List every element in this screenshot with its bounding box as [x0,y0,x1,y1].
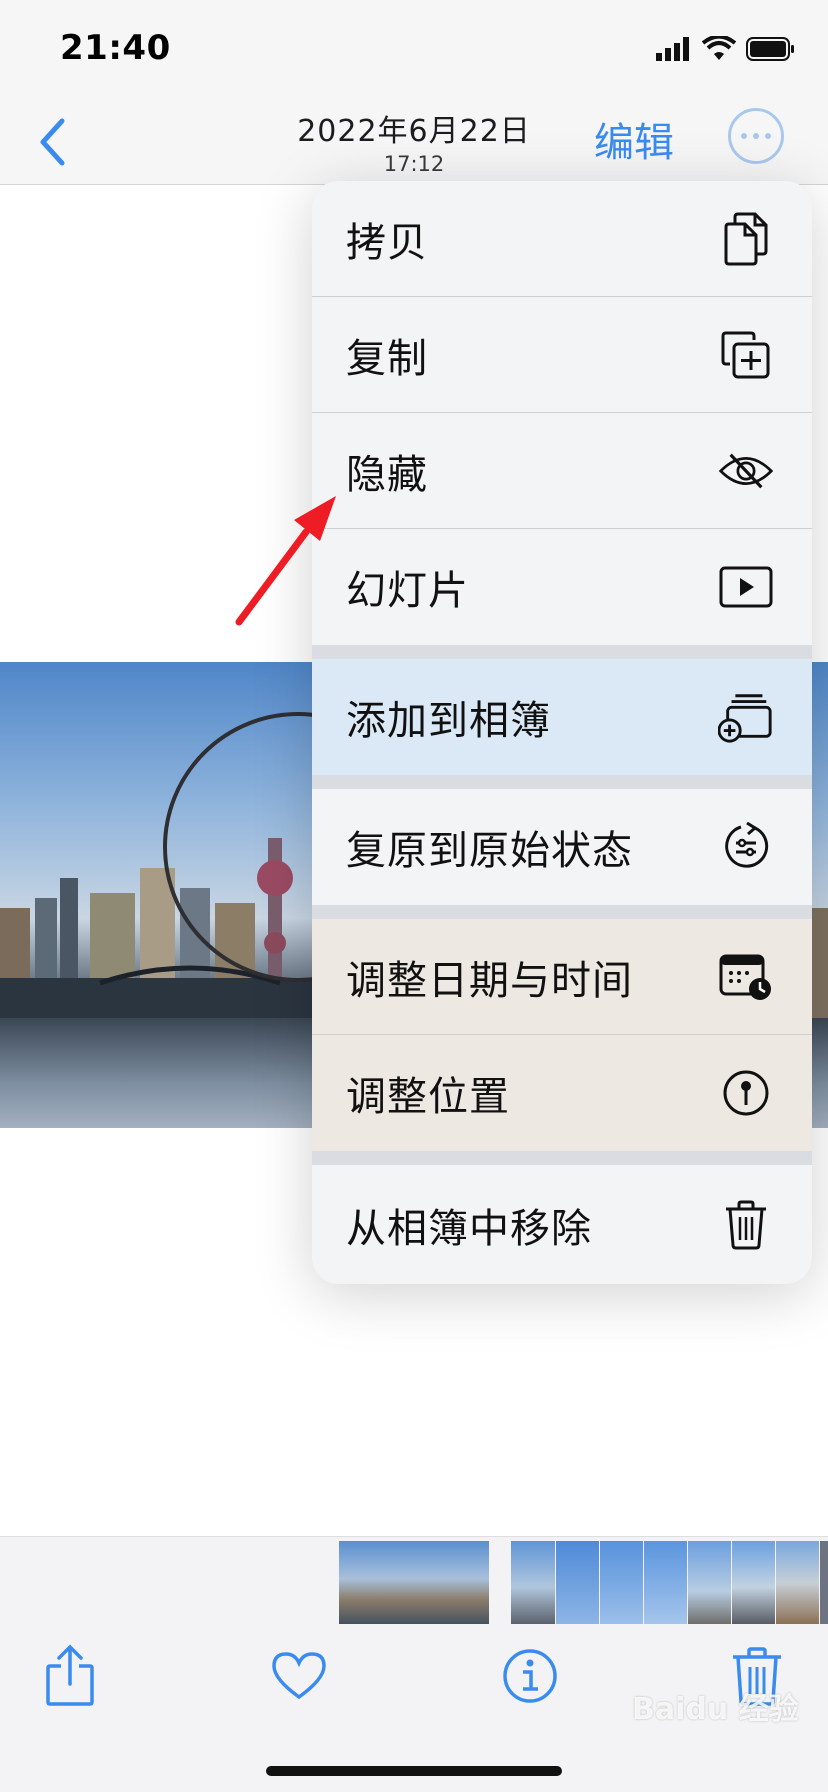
filmstrip-thumb-selected[interactable] [339,1541,489,1625]
status-time: 21:40 [60,28,171,68]
photo-filmstrip[interactable] [0,1536,828,1625]
filmstrip-thumb[interactable] [600,1541,643,1625]
menu-item-hide[interactable]: 隐藏 [312,413,812,529]
favorite-button[interactable] [269,1644,329,1708]
menu-item-label: 拷贝 [346,219,428,266]
menu-item-add-to-album[interactable]: 添加到相簿 [312,659,812,775]
copy-doc-icon [718,211,774,267]
context-menu: 拷贝 复制 隐藏 幻灯片 添加到相簿 复原到原始状态 调整日期与时间 调整位置 … [312,181,812,1284]
trash-icon [718,1197,774,1253]
filmstrip-thumb[interactable] [511,1541,555,1625]
duplicate-plus-icon [718,327,774,383]
menu-item-label: 幻灯片 [346,568,469,614]
share-icon [46,1644,94,1706]
more-dot [753,133,759,139]
menu-item-remove-from-album[interactable]: 从相簿中移除 [312,1165,812,1284]
filmstrip-thumb[interactable] [732,1541,775,1625]
cellular-signal-icon [656,37,689,61]
revert-original-icon [718,819,774,875]
eye-slash-icon [718,443,774,499]
menu-item-adjust-date-time[interactable]: 调整日期与时间 [312,919,812,1035]
menu-item-revert[interactable]: 复原到原始状态 [312,789,812,905]
menu-item-label: 调整位置 [346,1074,510,1120]
calendar-clock-icon [718,949,774,1005]
photo-time: 17:12 [383,152,445,176]
more-dot [741,133,747,139]
play-rectangle-icon [718,559,774,615]
home-indicator [266,1766,562,1776]
bottom-toolbar: Baidu 经验 [0,1624,828,1792]
heart-icon [272,1652,326,1700]
menu-item-duplicate[interactable]: 复制 [312,297,812,413]
more-dot [765,133,771,139]
filmstrip-thumb[interactable] [776,1541,819,1625]
filmstrip-thumb[interactable] [820,1541,828,1625]
menu-item-slideshow[interactable]: 幻灯片 [312,529,812,645]
menu-item-label: 复制 [346,335,428,382]
menu-item-label: 隐藏 [346,451,428,498]
edit-button[interactable]: 编辑 [594,110,674,168]
wifi-icon [702,36,736,60]
status-bar: 21:40 [0,0,828,100]
annotation-arrow [235,496,336,626]
battery-icon [746,37,794,61]
photo-date: 2022年6月22日 [297,114,531,149]
info-icon [503,1649,557,1703]
menu-item-adjust-location[interactable]: 调整位置 [312,1035,812,1151]
filmstrip-thumb[interactable] [556,1541,599,1625]
menu-item-label: 从相簿中移除 [346,1205,592,1252]
nav-title: 2022年6月22日 17:12 [0,106,828,176]
filmstrip-thumb[interactable] [688,1541,731,1625]
nav-bar: 2022年6月22日 17:12 编辑 [0,100,828,185]
more-options-button[interactable] [728,108,784,164]
menu-item-label: 添加到相簿 [346,698,551,744]
add-to-album-icon [718,689,774,745]
watermark: Baidu 经验 [632,1692,799,1727]
menu-item-copy[interactable]: 拷贝 [312,181,812,297]
share-button[interactable] [40,1644,100,1708]
location-pin-icon [718,1065,774,1121]
filmstrip-thumb[interactable] [644,1541,687,1625]
status-icons [656,36,796,62]
menu-item-label: 复原到原始状态 [346,828,633,874]
info-button[interactable] [500,1644,560,1708]
menu-item-label: 调整日期与时间 [346,957,633,1004]
